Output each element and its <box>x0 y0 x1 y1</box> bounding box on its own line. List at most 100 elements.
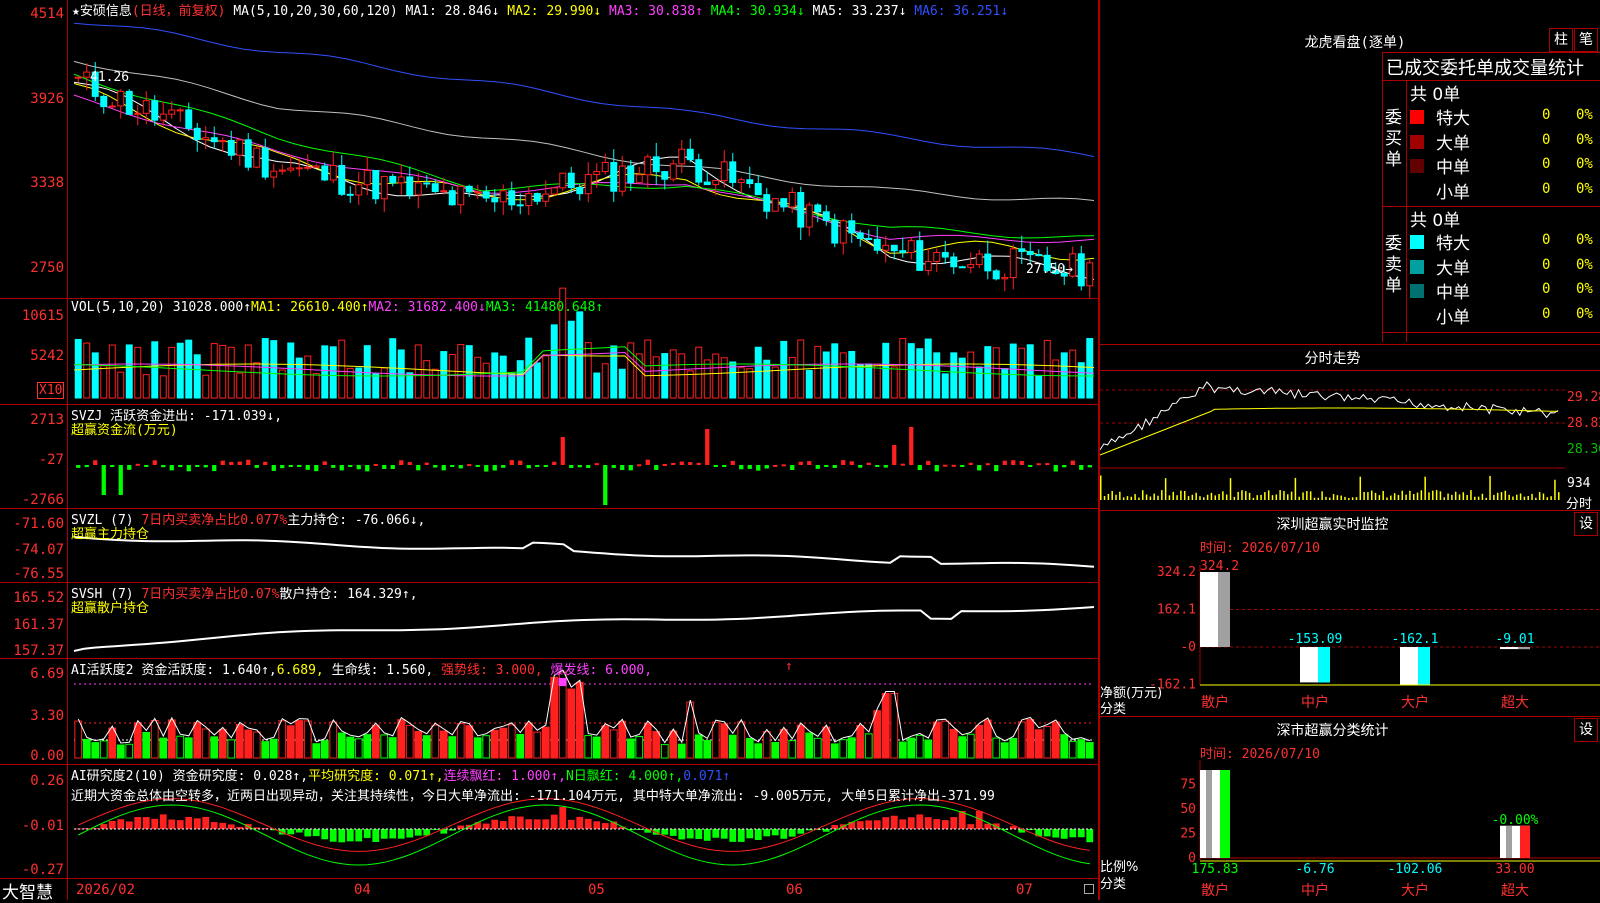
activity-bar <box>210 736 219 759</box>
intraday-vol-bar <box>1126 496 1129 500</box>
candle-body <box>873 238 881 251</box>
pen-toggle-button[interactable]: 笔 <box>1574 28 1598 52</box>
intraday-vol-bar <box>1340 495 1342 500</box>
fund-flow-bar <box>705 429 710 465</box>
fund-flow-bar <box>535 465 540 467</box>
fund-flow-bar <box>518 460 523 465</box>
bar-toggle-button[interactable]: 柱 <box>1549 28 1573 52</box>
vol-bar <box>151 341 159 399</box>
candle-body <box>210 137 218 143</box>
buy-row-count: 0 <box>1542 107 1551 123</box>
class-settings-button[interactable]: 设 <box>1574 718 1598 742</box>
research-bar <box>746 829 754 839</box>
vol-bar <box>669 349 677 399</box>
x-tick: 05 <box>588 882 605 898</box>
divider <box>1382 52 1600 53</box>
research-bar <box>720 829 728 839</box>
sell-row-count: 0 <box>1542 256 1551 273</box>
activity-bar <box>737 721 746 759</box>
y-tick: 3926 <box>30 91 64 107</box>
intraday-chart[interactable] <box>1100 370 1565 510</box>
intraday-vol-bar <box>1359 476 1362 500</box>
activity-bar <box>864 733 873 759</box>
activity-bar <box>958 736 967 759</box>
research-bar <box>729 829 737 842</box>
intraday-vol-bar <box>1206 494 1209 500</box>
intraday-vol-bar <box>1298 496 1300 500</box>
candle-body <box>712 180 720 186</box>
vol-bar <box>992 347 1000 399</box>
activity-bar <box>473 737 482 759</box>
activity-bar <box>320 740 329 759</box>
candle-body <box>831 219 839 244</box>
research-bar <box>329 829 337 842</box>
vol-bar <box>856 364 864 399</box>
activity-bar <box>728 734 737 759</box>
ai2-header: AI研究度2(10) 资金研究度: 0.028↑,平均研究度: 0.071↑,连… <box>71 765 730 784</box>
sell-row-label: 大单 <box>1436 258 1470 279</box>
intraday-vol-bar <box>1428 492 1430 500</box>
research-bar <box>967 824 975 829</box>
svsh-subtitle: 超赢散户持仓 <box>71 601 150 616</box>
research-bar <box>1052 829 1060 838</box>
intraday-vol-bar <box>1538 492 1541 500</box>
candle-body <box>1009 248 1017 279</box>
fund-flow-bar <box>832 465 837 468</box>
fund-flow-bar <box>858 465 863 468</box>
vol-bar <box>788 356 796 399</box>
fund-flow-bar <box>365 465 370 472</box>
fund-flow-bar <box>841 460 846 465</box>
intraday-vol-bar <box>1382 490 1384 500</box>
activity-bar <box>167 719 176 759</box>
divider <box>1406 80 1407 342</box>
fund-flow-bar <box>577 465 582 468</box>
main-chart-area[interactable]: ★安硕信息(日线，前复权) MA(5,10,20,30,60,120) MA1:… <box>0 0 1100 903</box>
stock-name[interactable]: 安硕信息 <box>80 4 132 19</box>
vol-bar <box>933 352 941 399</box>
activity-bar <box>142 731 151 759</box>
intraday-vol-bar <box>1527 495 1529 500</box>
research-bar <box>363 829 371 838</box>
fund-flow-bar <box>603 465 608 505</box>
intraday-vol-bar <box>1351 497 1354 500</box>
fund-flow-bar <box>1019 460 1024 465</box>
x-tick: 07 <box>1016 882 1033 898</box>
vol-bar <box>193 354 201 399</box>
class-bar-chart[interactable]: 7550250175.83散户-6.76中户-102.06大户33.00超大-0… <box>1100 740 1600 900</box>
vol-bar <box>882 342 890 399</box>
sell-row-pct: 0% <box>1576 281 1593 297</box>
class-ytick: 50 <box>1180 802 1196 817</box>
class-title: 深市超赢分类统计 <box>1276 723 1389 739</box>
fund-flow-bar <box>569 465 574 468</box>
main-holding-line <box>73 536 1095 568</box>
vol-bar <box>380 367 388 399</box>
candle-body <box>355 184 363 196</box>
lock-icon[interactable] <box>1084 884 1094 894</box>
intraday-vol-bar <box>1420 490 1423 500</box>
activity-bar <box>635 735 644 759</box>
intraday-vol-bar <box>1393 493 1396 500</box>
sell-row-count: 0 <box>1542 281 1551 297</box>
research-bar <box>669 829 677 836</box>
candle-body <box>975 253 983 266</box>
vol-value: 31028.000↑ <box>172 300 252 315</box>
period-label[interactable]: (日线，前复权) <box>132 4 226 19</box>
sell-row-pct: 0% <box>1576 232 1593 248</box>
monitor-settings-button[interactable]: 设 <box>1574 512 1598 536</box>
activity-bar <box>567 688 576 759</box>
fund-flow-bar <box>747 465 752 469</box>
activity-bar <box>745 738 754 759</box>
buy-swatch <box>1410 184 1424 198</box>
class-bar-shade <box>1220 770 1230 858</box>
activity-bar <box>771 742 780 759</box>
candle-body <box>822 211 830 221</box>
sell-row-pct: 0% <box>1576 256 1593 273</box>
research-bar <box>516 816 524 829</box>
class-category: 超大 <box>1501 883 1529 899</box>
buy-row-pct: 0% <box>1576 156 1593 172</box>
research-bar <box>933 819 941 829</box>
intraday-vol-bar <box>1512 496 1514 500</box>
research-bar <box>780 829 788 839</box>
activity-bar <box>618 720 627 759</box>
monitor-bar-chart[interactable]: 324.2162.1-0-162.1324.2散户-153.09中户-162.1… <box>1100 535 1600 725</box>
